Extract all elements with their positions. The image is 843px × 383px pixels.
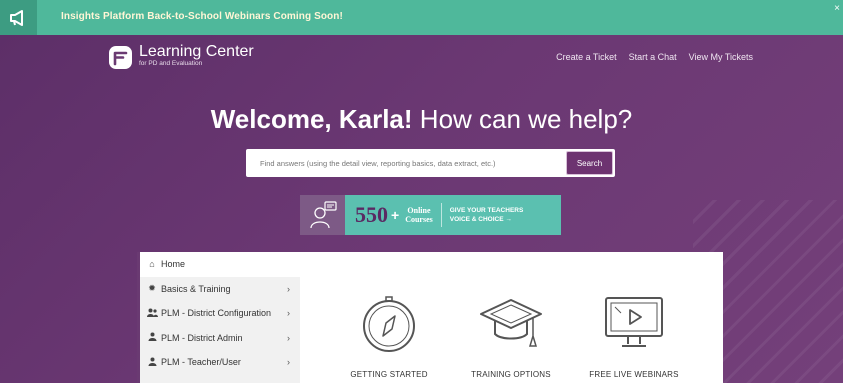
sidebar-item-teacher-user[interactable]: PLM - Teacher/User › bbox=[140, 350, 300, 375]
create-ticket-link[interactable]: Create a Ticket bbox=[556, 52, 617, 62]
logo[interactable]: Learning Center for PD and Evaluation bbox=[108, 43, 254, 70]
promo-divider bbox=[440, 203, 442, 227]
chevron-right-icon: › bbox=[287, 332, 290, 343]
sidebar-item-label: Home bbox=[161, 259, 186, 270]
sidebar-item-home[interactable]: ⌂ Home bbox=[140, 252, 300, 277]
compass-icon bbox=[363, 296, 415, 352]
online-label: Online bbox=[407, 206, 431, 215]
chevron-right-icon: › bbox=[287, 308, 290, 319]
start-chat-link[interactable]: Start a Chat bbox=[629, 52, 677, 62]
tile-label: FREE LIVE WEBINARS bbox=[589, 370, 679, 379]
chevron-right-icon: › bbox=[287, 357, 290, 368]
teacher-avatar-icon bbox=[300, 195, 345, 235]
sidebar-item-district-admin[interactable]: PLM - District Admin › bbox=[140, 326, 300, 351]
sidebar-item-label: PLM - Teacher/User bbox=[161, 357, 241, 368]
view-tickets-link[interactable]: View My Tickets bbox=[689, 52, 753, 62]
chevron-right-icon: › bbox=[287, 283, 290, 294]
sidebar-item-label: PLM - District Admin bbox=[161, 332, 243, 343]
tiles-area: GETTING STARTED TRAINING OPTIONS FREE LI… bbox=[300, 252, 723, 383]
search-input[interactable] bbox=[246, 149, 563, 177]
welcome-greeting: Welcome, Karla! bbox=[210, 104, 413, 134]
logo-mark-icon bbox=[109, 46, 132, 69]
sidebar-item-label: Basics & Training bbox=[161, 283, 231, 294]
home-icon: ⌂ bbox=[149, 259, 155, 270]
courses-label: Courses bbox=[405, 215, 433, 224]
search-bar: Search bbox=[246, 149, 615, 177]
welcome-heading: Welcome, Karla! How can we help? bbox=[0, 104, 843, 135]
sidebar-item-district-configuration[interactable]: PLM - District Configuration › bbox=[140, 301, 300, 326]
tile-training-options[interactable]: TRAINING OPTIONS bbox=[456, 294, 566, 379]
course-count: 550 bbox=[355, 202, 388, 227]
course-count-plus: + bbox=[391, 207, 400, 223]
sidebar-item-label: PLM - District Configuration bbox=[161, 308, 272, 319]
tile-label: TRAINING OPTIONS bbox=[471, 370, 551, 379]
promo-cta: GIVE YOUR TEACHERS VOICE & CHOICE → bbox=[450, 206, 524, 224]
tile-getting-started[interactable]: GETTING STARTED bbox=[334, 294, 444, 379]
users-icon bbox=[146, 308, 158, 319]
user-icon bbox=[146, 332, 158, 343]
search-button[interactable]: Search bbox=[566, 151, 613, 175]
welcome-question: How can we help? bbox=[419, 104, 633, 134]
promo-cta-line2: VOICE & CHOICE → bbox=[449, 216, 512, 223]
user-icon bbox=[146, 357, 158, 368]
online-courses-label: Online Courses bbox=[405, 206, 433, 224]
megaphone-icon bbox=[0, 0, 37, 35]
top-nav: Create a Ticket Start a Chat View My Tic… bbox=[556, 52, 753, 62]
hero-section: Learning Center for PD and Evaluation Cr… bbox=[0, 35, 843, 383]
logo-subtitle: for PD and Evaluation bbox=[139, 60, 203, 67]
tile-free-live-webinars[interactable]: FREE LIVE WEBINARS bbox=[579, 294, 689, 379]
tile-label: GETTING STARTED bbox=[350, 370, 428, 379]
graduation-cap-icon bbox=[480, 299, 542, 347]
promo-cta-line1: GIVE YOUR TEACHERS bbox=[449, 207, 524, 214]
promo-banner[interactable]: 550 + Online Courses GIVE YOUR TEACHERS … bbox=[300, 195, 561, 235]
announcement-bar: Insights Platform Back-to-School Webinar… bbox=[0, 0, 843, 35]
sidebar-item-basics-training[interactable]: ✹ Basics & Training › bbox=[140, 277, 300, 302]
announcement-message[interactable]: Insights Platform Back-to-School Webinar… bbox=[61, 11, 343, 22]
close-icon[interactable]: × bbox=[834, 3, 840, 14]
monitor-play-icon bbox=[605, 297, 663, 347]
gear-icon: ✹ bbox=[148, 283, 156, 294]
logo-title: Learning Center bbox=[139, 43, 254, 60]
sidebar: ⌂ Home ✹ Basics & Training › PLM - Distr… bbox=[137, 252, 300, 383]
content-panel: ⌂ Home ✹ Basics & Training › PLM - Distr… bbox=[137, 252, 723, 383]
